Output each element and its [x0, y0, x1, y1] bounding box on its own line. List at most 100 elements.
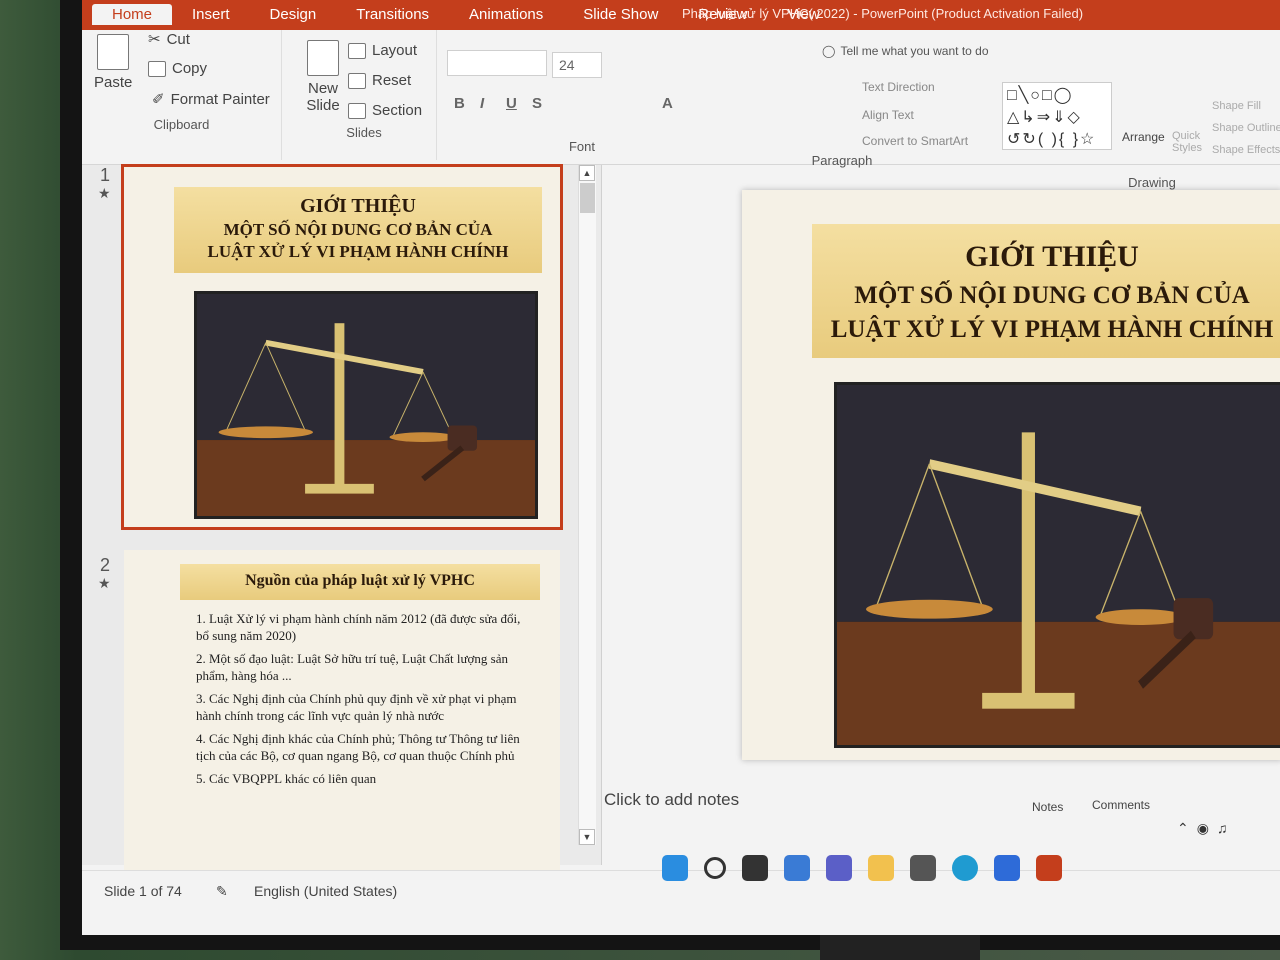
lightbulb-icon: ◯: [822, 44, 836, 58]
shapes-gallery[interactable]: □╲○□◯ △↳⇒⇓◇ ↺↻( ){ }☆: [1002, 82, 1112, 150]
paste-button[interactable]: Paste: [94, 34, 132, 91]
list-item: 1. Luật Xử lý vi phạm hành chính năm 201…: [196, 611, 521, 643]
scroll-down-button[interactable]: ▼: [579, 829, 595, 845]
tab-slide-show[interactable]: Slide Show: [563, 4, 678, 25]
main-title-line1: GIỚI THIỆU: [965, 240, 1139, 273]
convert-smartart-button[interactable]: Convert to SmartArt: [862, 134, 968, 148]
slide-number: 2: [100, 555, 111, 575]
clipboard-group: Paste ✂ Cut Copy ✐ Format Painter Clipbo…: [82, 30, 282, 160]
new-slide-icon: [307, 40, 339, 76]
text-direction-button[interactable]: Text Direction: [862, 80, 935, 94]
reset-button[interactable]: Reset: [348, 72, 411, 89]
window-title: Pháp luật xử lý VPHC( 2022) - PowerPoint…: [682, 6, 1084, 21]
slide-thumbnail-panel: 1 ★ GIỚI THIỆU MỘT SỐ NỘI DUNG CƠ BẢN CỦ…: [82, 164, 602, 870]
brush-icon: ✐: [152, 91, 165, 108]
main-slide-title-banner[interactable]: GIỚI THIỆU MỘT SỐ NỘI DUNG CƠ BẢN CỦA LU…: [812, 224, 1280, 358]
shape-fill-button[interactable]: Shape Fill: [1212, 100, 1261, 112]
paragraph-label: Paragraph: [811, 153, 873, 168]
main-scales-image[interactable]: [834, 382, 1280, 748]
windows-start-icon[interactable]: [662, 855, 688, 881]
slides-group: New Slide Layout Reset Section Slides: [292, 30, 437, 160]
main-slide-canvas[interactable]: GIỚI THIỆU MỘT SỐ NỘI DUNG CƠ BẢN CỦA LU…: [742, 190, 1280, 760]
tell-me-text: Tell me what you want to do: [840, 44, 989, 58]
spellcheck-icon[interactable]: ✎: [216, 883, 228, 900]
search-icon[interactable]: [704, 857, 726, 879]
notes-toggle-button[interactable]: Notes: [1032, 800, 1063, 814]
scissors-icon: ✂: [148, 31, 161, 48]
volume-icon[interactable]: ♫: [1217, 820, 1228, 837]
slide-counter: Slide 1 of 74: [104, 883, 182, 899]
main-title-line3: LUẬT XỬ LÝ VI PHẠM HÀNH CHÍNH: [830, 316, 1274, 343]
new-slide-button[interactable]: New Slide: [298, 40, 348, 114]
slide-1-title-banner: GIỚI THIỆU MỘT SỐ NỘI DUNG CƠ BẢN CỦA LU…: [174, 187, 542, 273]
slide-thumbnail-2[interactable]: Nguồn của pháp luật xử lý VPHC 1. Luật X…: [124, 550, 560, 870]
camera-icon[interactable]: [910, 855, 936, 881]
section-icon: [348, 102, 366, 119]
edge-browser-icon[interactable]: [952, 855, 978, 881]
shadow-button[interactable]: S: [532, 95, 542, 112]
slide-2-content-list: 1. Luật Xử lý vi phạm hành chính năm 201…: [196, 610, 536, 787]
bold-button[interactable]: B: [454, 95, 465, 112]
cut-button[interactable]: ✂ Cut: [148, 30, 190, 49]
layout-icon: [348, 42, 366, 59]
tell-me-box[interactable]: ◯ Tell me what you want to do: [822, 44, 989, 58]
italic-button[interactable]: I: [480, 95, 484, 112]
reset-icon: [348, 72, 366, 89]
slide-1-title-line3: LUẬT XỬ LÝ VI PHẠM HÀNH CHÍNH: [207, 242, 509, 261]
list-item: 3. Các Nghị định của Chính phủ quy định …: [196, 691, 517, 723]
slide-thumbnail-1[interactable]: GIỚI THIỆU MỘT SỐ NỘI DUNG CƠ BẢN CỦA LU…: [121, 164, 563, 530]
align-text-button[interactable]: Align Text: [862, 108, 914, 122]
slide-1-title-line1: GIỚI THIỆU: [300, 195, 416, 217]
layout-button[interactable]: Layout: [348, 42, 417, 59]
font-name-input[interactable]: [447, 50, 547, 76]
shape-outline-button[interactable]: Shape Outline: [1212, 122, 1280, 134]
copy-icon: [148, 60, 166, 77]
drawing-label: Drawing: [1128, 175, 1176, 190]
slides-label: Slides: [346, 125, 382, 140]
slide-2-title-banner: Nguồn của pháp luật xử lý VPHC: [180, 564, 540, 600]
font-label: Font: [568, 139, 595, 154]
language-indicator[interactable]: English (United States): [254, 883, 397, 899]
zoom-icon[interactable]: [994, 855, 1020, 881]
scroll-thumb[interactable]: [580, 183, 595, 213]
thumbnail-scrollbar[interactable]: ▲ ▼: [578, 165, 596, 845]
scroll-up-button[interactable]: ▲: [579, 165, 595, 181]
tab-animations[interactable]: Animations: [449, 4, 563, 25]
slide-1-title-line2: MỘT SỐ NỘI DUNG CƠ BẢN CỦA: [223, 220, 493, 239]
comments-toggle-button[interactable]: Comments: [1092, 798, 1150, 812]
widgets-icon[interactable]: [784, 855, 810, 881]
paste-icon: [97, 34, 130, 70]
tab-transitions[interactable]: Transitions: [336, 4, 449, 25]
tab-home[interactable]: Home: [92, 4, 173, 25]
list-item: 5. Các VBQPPL khác có liên quan: [196, 771, 377, 786]
tab-design[interactable]: Design: [250, 4, 337, 25]
ribbon: ◯ Tell me what you want to do Paste ✂ Cu…: [82, 30, 1280, 190]
clipboard-label: Clipboard: [153, 117, 210, 132]
task-view-icon[interactable]: [742, 855, 768, 881]
powerpoint-icon[interactable]: [1036, 855, 1062, 881]
section-button[interactable]: Section: [348, 102, 422, 119]
scales-of-justice-image: [194, 291, 538, 519]
chat-icon[interactable]: [826, 855, 852, 881]
list-item: 4. Các Nghị định khác của Chính phủ; Thô…: [196, 731, 520, 763]
underline-button[interactable]: U: [506, 95, 517, 112]
font-size-input[interactable]: 24: [552, 52, 602, 78]
network-icon[interactable]: ◉: [1197, 820, 1209, 837]
powerpoint-window: Home Insert Design Transitions Animation…: [82, 0, 1280, 935]
arrange-button[interactable]: Arrange: [1122, 130, 1165, 144]
format-painter-button[interactable]: ✐ Format Painter: [152, 90, 270, 109]
taskbar: [662, 855, 1062, 881]
main-title-line2: MỘT SỐ NỘI DUNG CƠ BẢN CỦA: [854, 282, 1250, 309]
quick-styles-button[interactable]: Quick Styles: [1172, 130, 1212, 154]
shape-effects-button[interactable]: Shape Effects: [1212, 144, 1280, 156]
animation-star-icon: ★: [98, 575, 111, 591]
system-tray: ⌃ ◉ ♫: [1177, 820, 1227, 837]
font-color-button[interactable]: A: [662, 95, 673, 112]
copy-button[interactable]: Copy: [148, 60, 207, 77]
tab-insert[interactable]: Insert: [172, 4, 250, 25]
slide-number: 1: [100, 165, 111, 185]
chevron-up-icon[interactable]: ⌃: [1177, 820, 1189, 837]
file-explorer-icon[interactable]: [868, 855, 894, 881]
animation-star-icon: ★: [98, 185, 111, 201]
list-item: 2. Một số đạo luật: Luật Sở hữu trí tuệ,…: [196, 651, 508, 683]
